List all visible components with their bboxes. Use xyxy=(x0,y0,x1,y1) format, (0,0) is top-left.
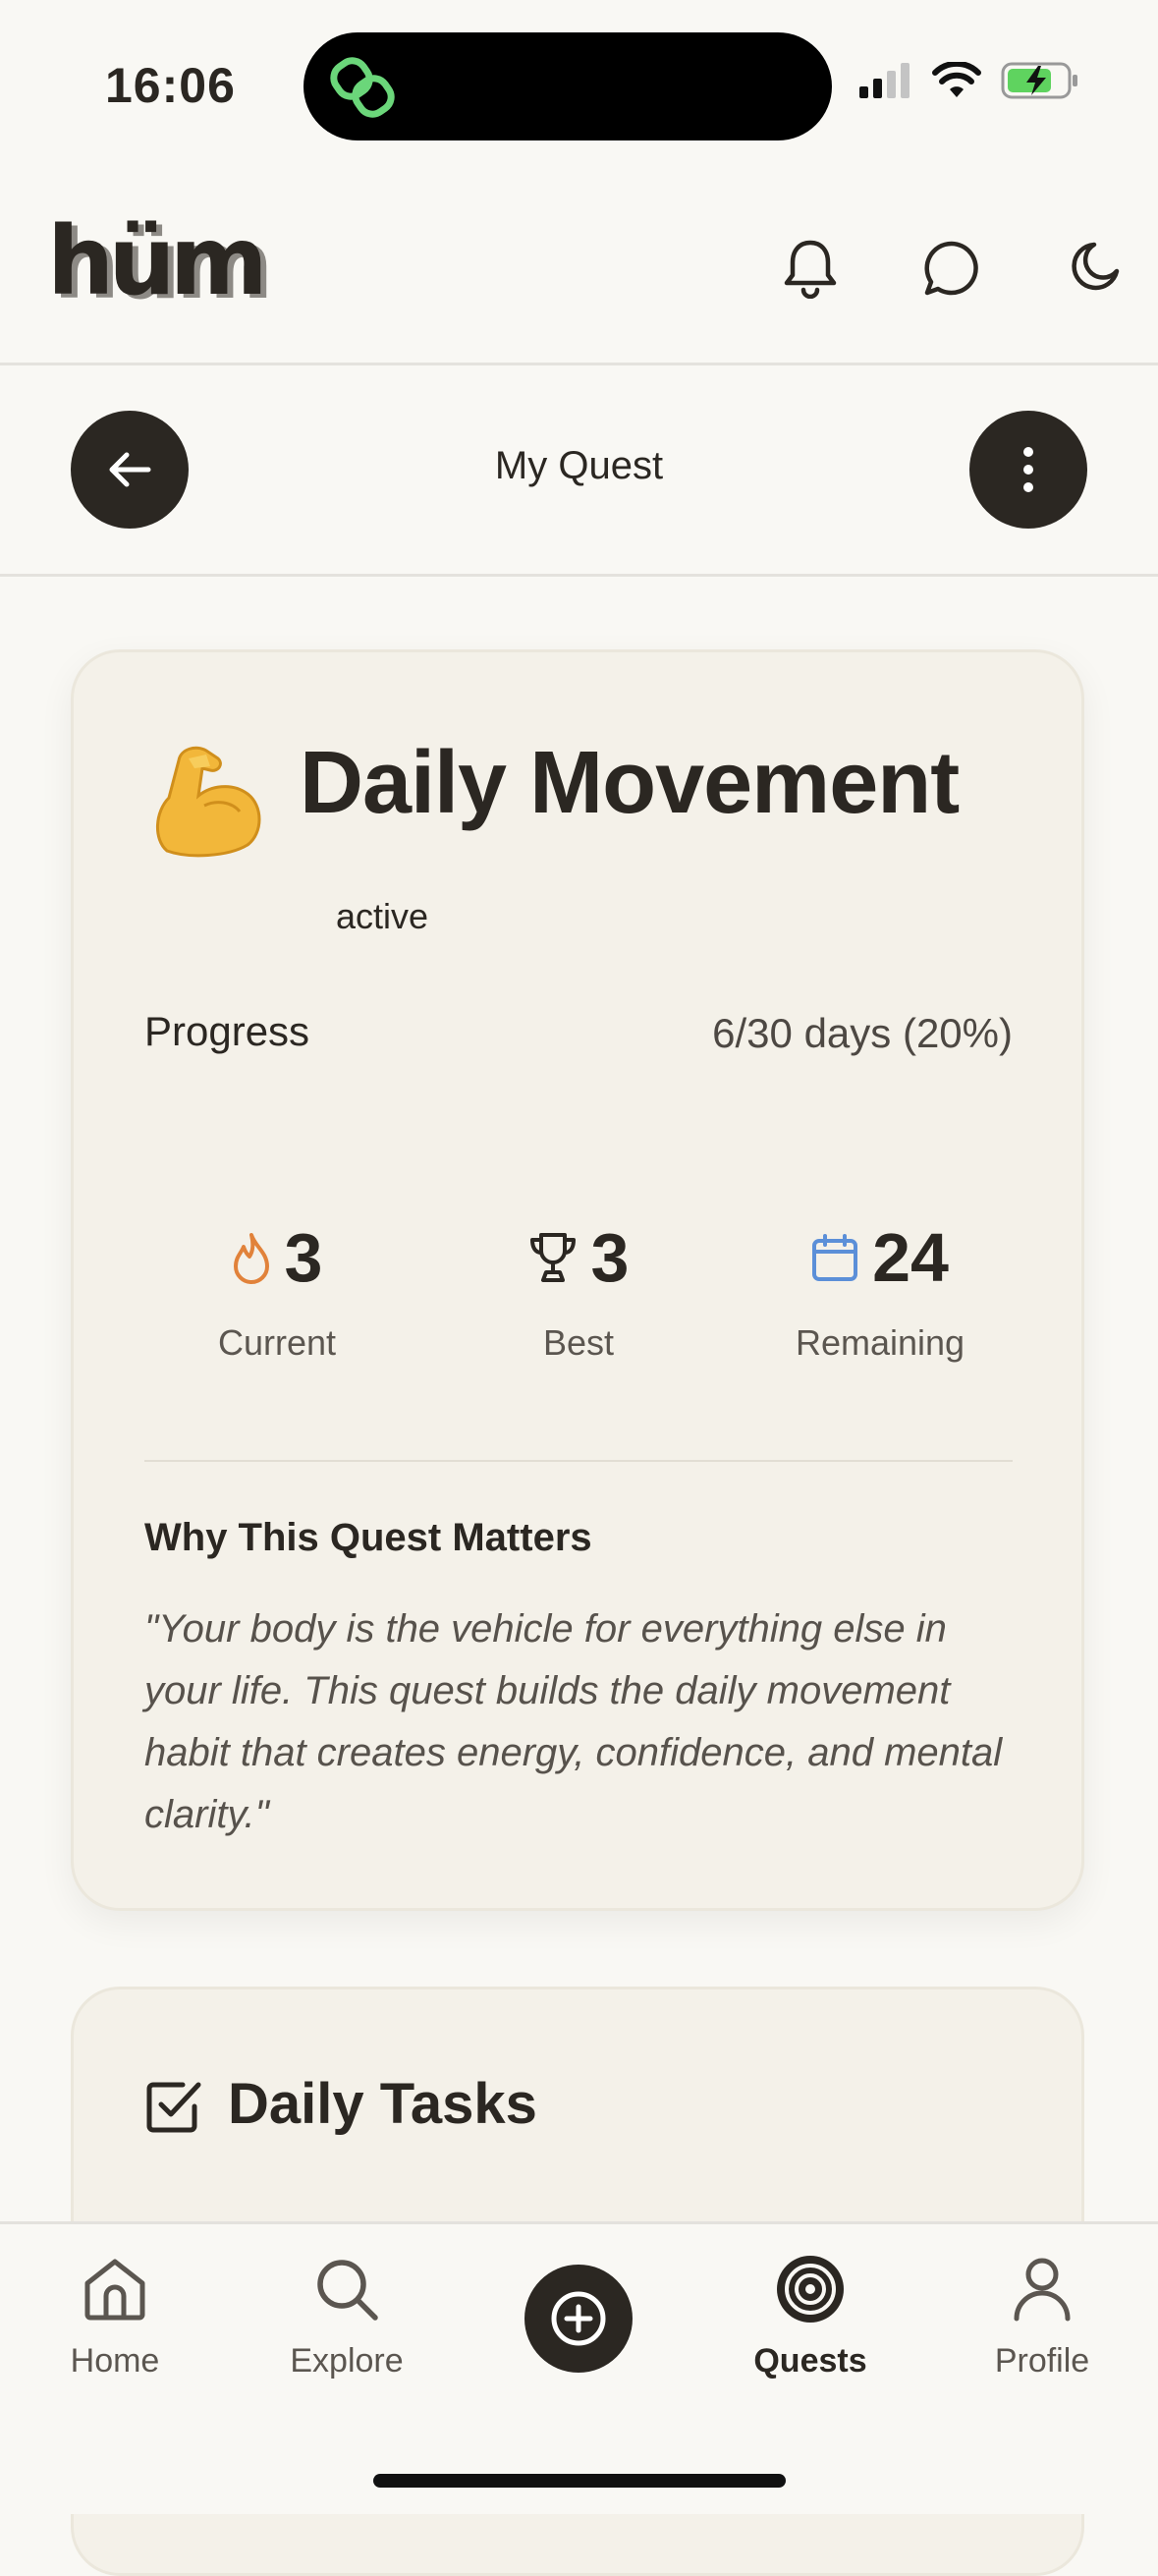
why-section-text: "Your body is the vehicle for everything… xyxy=(144,1607,1003,1836)
stat-current-streak: 3 Current xyxy=(130,1218,424,1366)
nav-explore[interactable]: Explore xyxy=(248,2250,445,2380)
stat-label: Best xyxy=(542,1322,615,1363)
subheader-divider xyxy=(0,574,1158,577)
nav-profile[interactable]: Profile xyxy=(944,2250,1140,2380)
more-options-button[interactable] xyxy=(969,411,1087,529)
dynamic-island xyxy=(303,32,832,140)
stat-days-remaining: 24 Remaining xyxy=(733,1218,1027,1366)
target-icon xyxy=(777,2256,844,2323)
stat-best-streak: 3 Best xyxy=(431,1218,726,1366)
checkbox-icon xyxy=(146,2082,201,2133)
app-logo[interactable]: hüm xyxy=(47,214,268,308)
card-divider xyxy=(144,1460,1013,1462)
daily-tasks-title: Daily Tasks xyxy=(228,2072,537,2136)
bell-icon[interactable] xyxy=(776,234,845,303)
more-vertical-icon xyxy=(1023,447,1033,492)
why-section-title: Why This Quest Matters xyxy=(144,1516,592,1559)
home-icon xyxy=(84,2259,145,2321)
wifi-icon xyxy=(932,62,981,97)
battery-charging-icon xyxy=(1001,62,1077,99)
quest-status: active xyxy=(336,896,429,936)
user-icon xyxy=(1014,2258,1071,2322)
stat-value: 3 xyxy=(590,1219,630,1296)
stat-label: Current xyxy=(217,1322,337,1363)
nav-quests[interactable]: Quests xyxy=(712,2250,909,2380)
nav-label: Quests xyxy=(753,2342,867,2380)
nav-label: Profile xyxy=(994,2342,1090,2380)
linked-rings-app-icon xyxy=(330,57,395,118)
stat-label: Remaining xyxy=(795,1322,965,1363)
header-divider xyxy=(0,363,1158,365)
progress-label: Progress xyxy=(144,1008,310,1054)
nav-label: Explore xyxy=(290,2342,404,2380)
signal-icon xyxy=(859,63,910,98)
moon-icon[interactable] xyxy=(1059,234,1128,303)
stat-value: 24 xyxy=(872,1219,949,1296)
nav-home[interactable]: Home xyxy=(17,2250,213,2380)
progress-value: 6/30 days (20%) xyxy=(712,1010,1013,1056)
stat-value: 3 xyxy=(284,1219,323,1296)
status-time: 16:06 xyxy=(105,58,236,113)
calendar-icon xyxy=(812,1234,858,1281)
search-icon xyxy=(317,2260,378,2321)
flexed-biceps-emoji xyxy=(155,746,261,858)
trophy-icon xyxy=(529,1233,576,1282)
chat-bubble-icon[interactable] xyxy=(917,234,986,303)
quest-title: Daily Movement xyxy=(300,734,960,832)
flame-icon xyxy=(233,1233,269,1284)
plus-circle-icon xyxy=(551,2291,606,2346)
nav-label: Home xyxy=(70,2342,160,2380)
create-button[interactable] xyxy=(524,2265,633,2373)
status-icons xyxy=(857,61,1079,100)
home-indicator xyxy=(373,2474,786,2488)
